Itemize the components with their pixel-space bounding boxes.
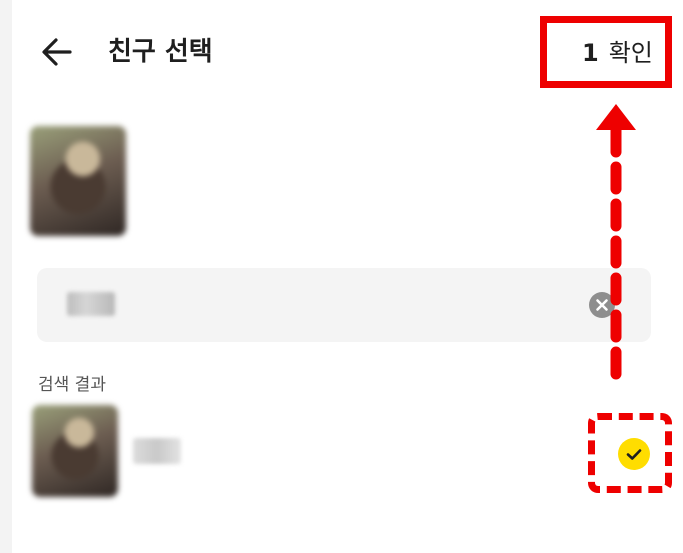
result-avatar[interactable] bbox=[32, 405, 118, 497]
search-results-label: 검색 결과 bbox=[38, 375, 106, 395]
checkmark-highlight-box bbox=[588, 413, 672, 493]
search-query-blurred bbox=[67, 292, 115, 316]
confirm-highlight-box bbox=[540, 16, 672, 88]
selected-friend-avatar[interactable] bbox=[30, 126, 126, 236]
arrow-left-icon[interactable] bbox=[40, 34, 76, 70]
result-name-blurred[interactable] bbox=[133, 438, 181, 464]
page-title: 친구 선택 bbox=[108, 37, 213, 67]
annotation-arrow bbox=[596, 104, 636, 394]
search-input[interactable] bbox=[37, 268, 651, 342]
